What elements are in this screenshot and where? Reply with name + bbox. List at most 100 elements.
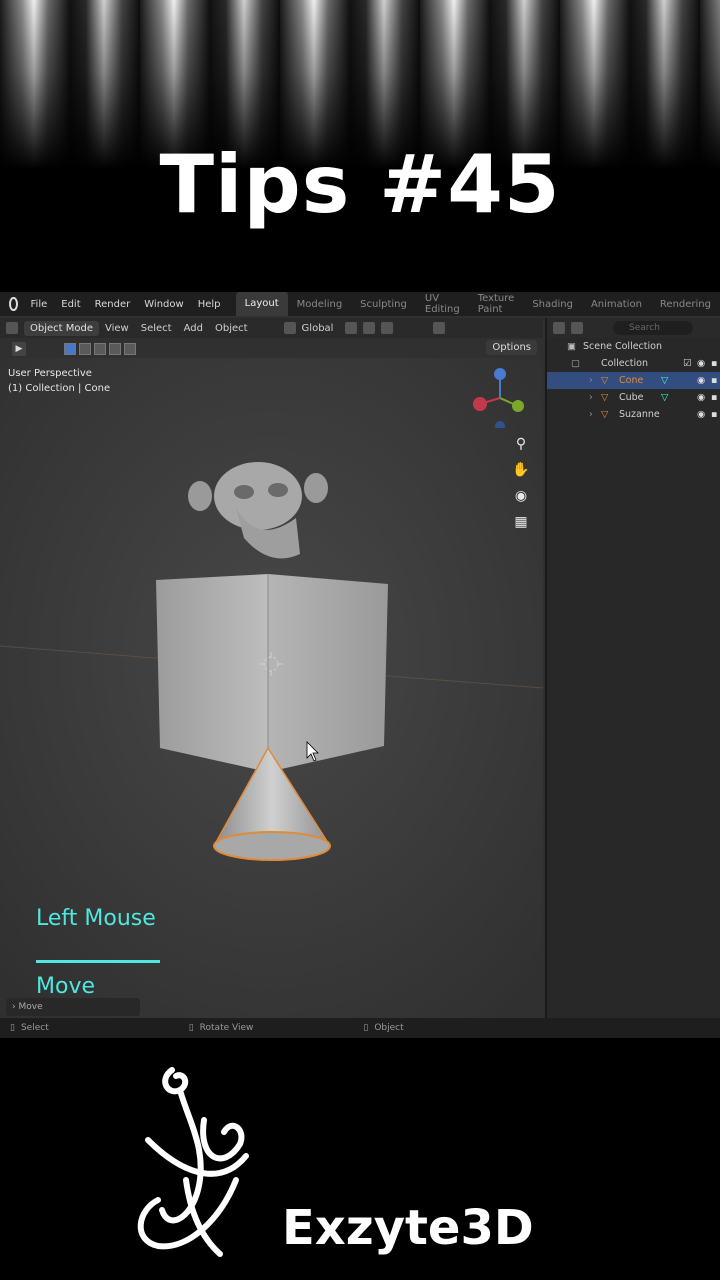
menu-select[interactable]: Select [135, 323, 178, 334]
select-intersect-button[interactable] [124, 343, 136, 355]
tab-sculpting[interactable]: Sculpting [351, 299, 416, 310]
signature-logo [137, 1067, 249, 1257]
outliner-row[interactable]: › ▽ Suzanne ◉ ▪ [547, 406, 720, 423]
chevron-right-icon[interactable]: › [589, 389, 593, 406]
eye-icon[interactable]: ◉ [697, 406, 705, 423]
mouse-icon: ▯ [188, 1023, 194, 1033]
status-select: Select [20, 1023, 49, 1033]
navigation-gizmo[interactable] [470, 368, 530, 428]
checkbox-icon[interactable]: ☑ [683, 355, 692, 372]
hint-action-label: Move [36, 974, 95, 999]
outliner-row[interactable]: › ▽ Cube ▽ ◉ ▪ [547, 389, 720, 406]
menu-object[interactable]: Object [209, 323, 254, 334]
tab-layout[interactable]: Layout [235, 292, 288, 316]
3d-viewport[interactable]: User Perspective (1) Collection | Cone ⚲… [0, 358, 543, 1018]
camera-icon[interactable]: ▪ [711, 406, 717, 423]
row-label: Cone [619, 375, 644, 386]
search-placeholder: Search [629, 323, 660, 333]
viewport-header: Object Mode View Select Add Object Globa… [0, 318, 543, 338]
visibility-icon[interactable] [433, 322, 446, 334]
orientation-dropdown[interactable]: Global [296, 323, 340, 334]
banner: Tips #45 [0, 0, 720, 292]
editor-type-icon[interactable] [6, 322, 18, 334]
proportional-edit-icon[interactable] [381, 322, 394, 334]
camera-icon[interactable]: ▪ [711, 389, 717, 406]
select-box-button[interactable] [64, 343, 76, 355]
tab-shading[interactable]: Shading [523, 299, 582, 310]
row-label: Suzanne [619, 409, 660, 420]
operator-panel[interactable]: › Move [6, 998, 140, 1016]
suzanne-object-icon: ▽ [601, 409, 609, 420]
scene-collection-icon: ▣ [567, 341, 576, 352]
select-subtract-button[interactable] [94, 343, 106, 355]
chevron-right-icon[interactable]: › [589, 372, 593, 389]
mode-dropdown[interactable]: Object Mode [24, 320, 99, 336]
menu-view[interactable]: View [99, 323, 135, 334]
menu-file[interactable]: File [24, 299, 55, 310]
outliner-header: Search [547, 318, 720, 338]
hint-divider [36, 960, 160, 963]
mouse-icon: ▯ [10, 1023, 15, 1033]
row-label: Cube [619, 392, 644, 403]
status-rotate: Rotate View [199, 1023, 254, 1033]
brand-name: Exzyte3D [282, 1200, 534, 1256]
mesh-data-icon: ▽ [661, 375, 669, 386]
collection-icon: ▢ [571, 358, 580, 369]
viewport-info: User Perspective (1) Collection | Cone [8, 366, 110, 396]
menu-add[interactable]: Add [178, 323, 209, 334]
camera-icon[interactable]: ▪ [711, 355, 717, 372]
outliner-row[interactable]: ▢ Collection ☑ ◉ ▪ [547, 355, 720, 372]
tips-title: Tips #45 [159, 138, 561, 231]
row-label: Scene Collection [583, 341, 662, 352]
blender-window: File Edit Render Window Help Layout Mode… [0, 292, 720, 1038]
snap-icon[interactable] [363, 322, 376, 334]
status-object: Object [374, 1023, 404, 1033]
navigation-icons: ⚲ ✋ ◉ ▦ [512, 436, 530, 530]
tab-modeling[interactable]: Modeling [288, 299, 352, 310]
menu-render[interactable]: Render [88, 299, 138, 310]
brand-footer: Exzyte3D [0, 1040, 720, 1280]
tab-animation[interactable]: Animation [582, 299, 651, 310]
cone-object-icon: ▽ [601, 375, 609, 386]
cube-mesh [156, 574, 388, 772]
pivot-icon[interactable] [345, 322, 358, 334]
row-label: Collection [601, 358, 648, 369]
perspective-label: User Perspective [8, 368, 92, 379]
hand-icon[interactable]: ✋ [512, 462, 530, 478]
filter-icon[interactable] [571, 322, 583, 334]
tab-texture-paint[interactable]: Texture Paint [469, 293, 524, 315]
zoom-icon[interactable]: ⚲ [512, 436, 530, 452]
tab-rendering[interactable]: Rendering [651, 299, 720, 310]
eye-icon[interactable]: ◉ [697, 372, 705, 389]
menu-edit[interactable]: Edit [54, 299, 87, 310]
select-invert-button[interactable] [109, 343, 121, 355]
camera-icon[interactable]: ◉ [512, 488, 530, 504]
cube-object-icon: ▽ [601, 392, 609, 403]
transform-orientation-icon[interactable] [283, 322, 296, 334]
eye-icon[interactable]: ◉ [697, 355, 705, 372]
options-dropdown[interactable]: Options [486, 340, 537, 355]
eye-icon[interactable]: ◉ [697, 389, 705, 406]
tool-settings-row: ▶ Options [0, 340, 543, 358]
status-bar: ▯ Select ▯ Rotate View ▯ Object [0, 1018, 720, 1038]
chevron-right-icon[interactable]: › [589, 406, 593, 423]
blender-logo-icon[interactable] [9, 297, 18, 311]
grid-icon[interactable]: ▦ [512, 514, 530, 530]
outliner-row[interactable]: ▣ Scene Collection [547, 338, 720, 355]
hint-key-label: Left Mouse [36, 906, 156, 931]
outliner-panel: Search ▣ Scene Collection ▢ Collection ☑… [545, 318, 720, 1018]
select-extend-button[interactable] [79, 343, 91, 355]
operator-panel-label: Move [18, 1002, 43, 1012]
top-menu-bar: File Edit Render Window Help Layout Mode… [0, 292, 720, 316]
outliner-row[interactable]: › ▽ Cone ▽ ◉ ▪ [547, 372, 720, 389]
tab-uv-editing[interactable]: UV Editing [416, 293, 469, 315]
mesh-data-icon: ▽ [661, 392, 669, 403]
context-label: (1) Collection | Cone [8, 383, 111, 394]
menu-window[interactable]: Window [137, 299, 190, 310]
mouse-icon: ▯ [363, 1023, 369, 1033]
search-input[interactable]: Search [613, 321, 693, 335]
menu-help[interactable]: Help [191, 299, 228, 310]
editor-type-icon[interactable] [553, 322, 565, 334]
play-icon[interactable]: ▶ [12, 342, 26, 356]
camera-icon[interactable]: ▪ [711, 372, 717, 389]
